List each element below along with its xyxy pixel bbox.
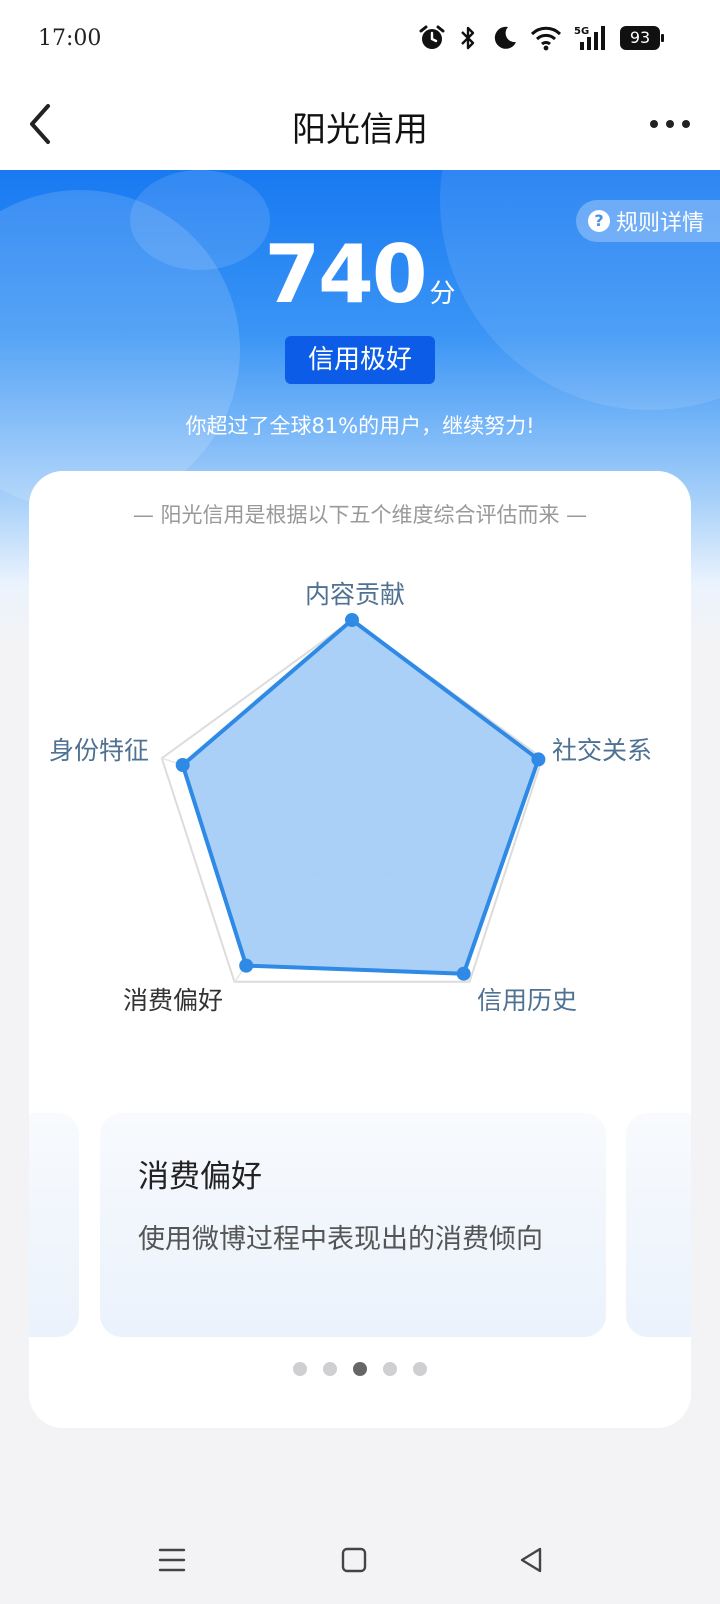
radar-point xyxy=(345,613,359,627)
dim-label-identity[interactable]: 身份特征 xyxy=(49,731,149,767)
radar-point xyxy=(456,966,471,981)
pagination-dot[interactable] xyxy=(413,1362,427,1376)
carousel-card-next[interactable] xyxy=(626,1113,691,1337)
status-icons: 5G 93 xyxy=(418,24,664,52)
page-title: 阳光信用 xyxy=(292,110,428,150)
bluetooth-icon xyxy=(461,26,475,50)
home-square-icon[interactable] xyxy=(330,1536,378,1584)
5g-signal-icon: 5G xyxy=(574,26,605,50)
dim-label-social[interactable]: 社交关系 xyxy=(552,731,652,767)
dim-label-consumption[interactable]: 消费偏好 xyxy=(123,981,223,1017)
radar-point xyxy=(531,752,546,767)
credit-level-badge: 信用极好 xyxy=(285,336,435,384)
back-triangle-icon[interactable] xyxy=(508,1536,556,1584)
carousel-card-active[interactable]: 消费偏好 使用微博过程中表现出的消费倾向 xyxy=(100,1113,606,1337)
pagination-dot[interactable] xyxy=(383,1362,397,1376)
more-dots-icon[interactable] xyxy=(646,108,694,140)
status-bar: 17:00 5G 93 xyxy=(0,0,720,82)
rank-text: 你超过了全球81%的用户，继续努力! xyxy=(185,414,535,438)
system-nav-bar xyxy=(0,1516,720,1604)
radar-point xyxy=(239,958,254,973)
dimensions-card: — 阳光信用是根据以下五个维度综合评估而来 — 内容贡献 社交关系 信用历史 消… xyxy=(29,471,691,1428)
wifi-icon xyxy=(530,26,562,51)
radar-value-area xyxy=(180,618,541,976)
pagination-dot[interactable] xyxy=(353,1362,367,1376)
header-bar: 阳光信用 xyxy=(0,82,720,170)
score-unit: 分 xyxy=(429,279,456,309)
score-value: 740 xyxy=(264,228,427,321)
menu-icon[interactable] xyxy=(148,1536,196,1584)
carousel-pagination xyxy=(29,1362,691,1376)
battery-indicator: 93 xyxy=(620,26,664,50)
dimension-carousel[interactable]: 消费偏好 使用微博过程中表现出的消费倾向 xyxy=(29,1113,691,1337)
pagination-dot[interactable] xyxy=(293,1362,307,1376)
moon-icon xyxy=(494,26,516,49)
radar-point xyxy=(175,757,190,772)
carousel-card-prev[interactable] xyxy=(29,1113,79,1337)
carousel-card-desc: 使用微博过程中表现出的消费倾向 xyxy=(138,1224,543,1255)
status-time: 17:00 xyxy=(38,26,102,51)
carousel-card-title: 消费偏好 xyxy=(138,1159,262,1195)
svg-text:5G: 5G xyxy=(574,26,589,37)
dim-label-content[interactable]: 内容贡献 xyxy=(305,575,405,611)
pagination-dot[interactable] xyxy=(323,1362,337,1376)
dim-label-history[interactable]: 信用历史 xyxy=(477,981,577,1017)
credit-score: 740 分 xyxy=(0,228,720,321)
alarm-icon xyxy=(419,25,445,49)
